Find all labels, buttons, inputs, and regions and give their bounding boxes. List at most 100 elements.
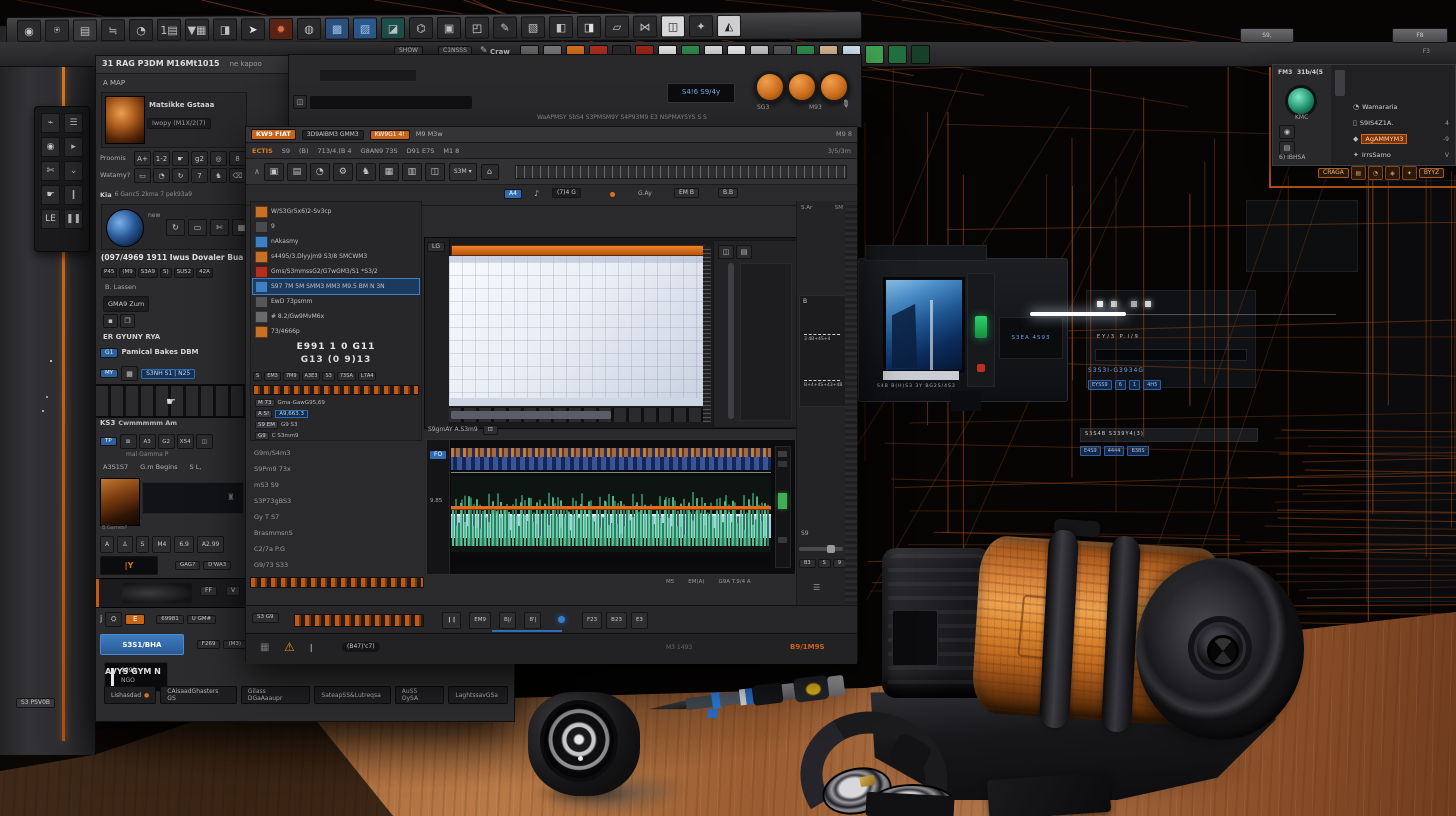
subbar-item[interactable]: G.Ay xyxy=(638,191,652,198)
chevron-icon[interactable]: -9 xyxy=(1443,136,1449,143)
icon-button[interactable]: A2.99 xyxy=(197,536,224,553)
toolbar-icon-button[interactable]: ▱ xyxy=(605,16,629,38)
scrollbar-green-indicator[interactable] xyxy=(778,493,787,509)
waveform-chip[interactable]: ⊡ xyxy=(483,425,498,435)
footer-button[interactable]: LaghtssavGSa xyxy=(448,686,508,704)
footer-button[interactable]: AuS5 OySA xyxy=(395,686,445,704)
collapse-chevron-icon[interactable]: ∧ xyxy=(254,167,260,176)
scene-thumb-card[interactable] xyxy=(100,478,140,526)
toolbar-icon-button[interactable]: 1▤ xyxy=(157,19,181,41)
side-icon[interactable]: ▤ xyxy=(1279,141,1295,155)
tree-item[interactable]: 9 xyxy=(253,219,419,234)
key-row[interactable]: A S! A9,663.3 xyxy=(253,409,419,420)
footer-button[interactable]: Lishasdad● xyxy=(104,686,156,704)
chevron-icon[interactable]: V xyxy=(1445,152,1449,159)
palette-tool-button[interactable]: ☛ xyxy=(41,185,60,205)
mini-scrollbar[interactable] xyxy=(728,263,734,419)
map-value-box[interactable]: S3NH S1 | N25 xyxy=(141,369,195,379)
subbar-item-chip[interactable]: B.B xyxy=(718,188,738,198)
menu-item[interactable]: 713/4.(B 4 xyxy=(318,147,352,155)
palette-tool-button[interactable]: ✄ xyxy=(41,161,60,181)
icon-button[interactable]: A xyxy=(100,536,114,553)
mini-toggle-icon[interactable]: ▪ xyxy=(103,314,118,328)
toolbar-icon-button[interactable]: ✎ xyxy=(493,16,517,38)
toolbar-icon-button[interactable]: ▼▦ xyxy=(185,19,209,41)
y-button[interactable]: GAG? xyxy=(175,561,200,571)
keyframe-tick-strip[interactable] xyxy=(253,385,419,395)
title-accent-chip[interactable]: KW9G1 4! xyxy=(370,130,410,140)
editor-tool-button[interactable]: ▥ xyxy=(402,163,422,181)
chevron-icon[interactable]: 4 xyxy=(1445,120,1449,127)
value-box[interactable]: S) xyxy=(160,268,172,278)
bottom-tick-strip[interactable] xyxy=(294,614,424,627)
power-led-green[interactable] xyxy=(975,316,987,338)
mini-toolbar-button[interactable]: A3E3 xyxy=(302,372,321,381)
home-icon[interactable]: ⌂ xyxy=(481,164,499,180)
primary-blue-button[interactable]: S3S1/BHA xyxy=(100,634,184,655)
sphere-preview[interactable] xyxy=(106,209,144,247)
filmstrip-row[interactable]: ☛ xyxy=(96,384,246,418)
toolbar-icon-button[interactable]: ◨ xyxy=(577,16,601,38)
sidebar-slider[interactable] xyxy=(799,547,843,551)
value-box[interactable]: S3A9 xyxy=(138,268,158,278)
footer-left-chip[interactable]: CRAGA xyxy=(1318,168,1349,178)
tp-icon-button[interactable]: G2 xyxy=(158,434,175,449)
property-icon-button[interactable]: ◔ xyxy=(153,168,170,183)
property-icon-button[interactable]: ⌫ xyxy=(229,168,246,183)
icon-button[interactable]: 6.9 xyxy=(174,536,194,553)
rotary-knob[interactable] xyxy=(786,71,818,103)
note-icon[interactable]: ♪ xyxy=(534,189,539,198)
material-card[interactable]: Matsikke Gstaaa Iwopy (M1X/2(7) xyxy=(101,92,247,148)
waveform-below-label[interactable]: EM(A) xyxy=(688,579,704,585)
bottom-button[interactable]: 8'| xyxy=(524,612,541,629)
sphere-action-button[interactable]: ↻ xyxy=(166,219,185,236)
y-button[interactable]: D'WA3 xyxy=(203,561,231,571)
property-icon-button[interactable]: ◎ xyxy=(210,151,227,166)
toolbar-icon-button[interactable]: ▤ xyxy=(73,19,97,41)
toolbar-icon-button[interactable]: ▧ xyxy=(521,16,545,38)
sphere-action-button[interactable]: ✄ xyxy=(210,219,229,236)
mini-toolbar-button[interactable]: EM3 xyxy=(264,372,281,381)
option-label[interactable]: S L, xyxy=(190,464,202,471)
waveform-scrollbar[interactable] xyxy=(775,446,791,568)
editor-tool-button[interactable]: ♞ xyxy=(356,163,376,181)
footer-icon-button[interactable]: ✦ xyxy=(1402,166,1417,180)
bottom-right-button[interactable]: E3 xyxy=(631,612,648,629)
toolbar-icon-button[interactable]: ◔ xyxy=(129,19,153,41)
toolbar-icon-button[interactable]: ➤ xyxy=(241,18,265,40)
toolbar-icon-button[interactable]: ◍ xyxy=(297,18,321,40)
palette-tool-button[interactable]: LE xyxy=(41,209,60,229)
shelf-tile-button[interactable] xyxy=(865,45,884,64)
toolbar-icon-button[interactable]: ◉ xyxy=(17,20,41,42)
play-indicator-dot[interactable] xyxy=(558,616,565,623)
key-row[interactable]: G9 C S3mm9 xyxy=(253,431,419,442)
tree-item[interactable]: 73/4666p xyxy=(253,324,419,339)
gem-preview[interactable] xyxy=(1285,85,1317,117)
tp-icon-button[interactable]: ⊠ xyxy=(120,434,137,449)
panel-icon[interactable]: ◫ xyxy=(718,245,734,259)
e-button[interactable]: U GM# xyxy=(187,615,216,625)
tree-item[interactable]: W/S3Gr5x6)2-Sv3cp xyxy=(253,204,419,219)
menu-accent-item[interactable]: ECTIS xyxy=(252,147,273,155)
e-button[interactable]: 69981 xyxy=(156,615,184,625)
editor-tool-button[interactable]: ◫ xyxy=(425,163,445,181)
key-row[interactable]: S9 EM G9 S3 xyxy=(253,420,419,431)
secondary-button[interactable]: (M3) xyxy=(223,640,246,650)
dock-bottom-tag[interactable]: S3 PSV0B xyxy=(16,698,55,708)
spectrogram-strip[interactable] xyxy=(451,448,771,470)
menu-item[interactable]: G8AN9 73S xyxy=(361,147,398,155)
waveform-orange-line[interactable] xyxy=(451,506,771,509)
palette-tool-button[interactable]: ❙ xyxy=(64,185,83,205)
mini-toolbar-button[interactable]: S xyxy=(253,372,262,381)
toolbar-icon-button[interactable]: ✦ xyxy=(689,15,713,37)
palette-tool-button[interactable]: ⌁ xyxy=(41,113,60,133)
secondary-button[interactable]: F269 xyxy=(197,640,221,650)
bottom-chip[interactable]: S3 G9 xyxy=(252,613,279,623)
e-accent-chip[interactable]: E xyxy=(125,614,145,625)
bottom-button[interactable]: EM9 xyxy=(469,612,491,629)
lower-item[interactable]: Gy T S7 xyxy=(250,509,422,525)
toolbar-icon-button[interactable]: ▣ xyxy=(437,17,461,39)
material-value-field[interactable]: Iwopy (M1X/2(7) xyxy=(147,118,211,129)
footer-button[interactable]: Gilass DGaAaaupr xyxy=(241,686,311,704)
option-label[interactable]: G.m Begins xyxy=(140,464,177,471)
